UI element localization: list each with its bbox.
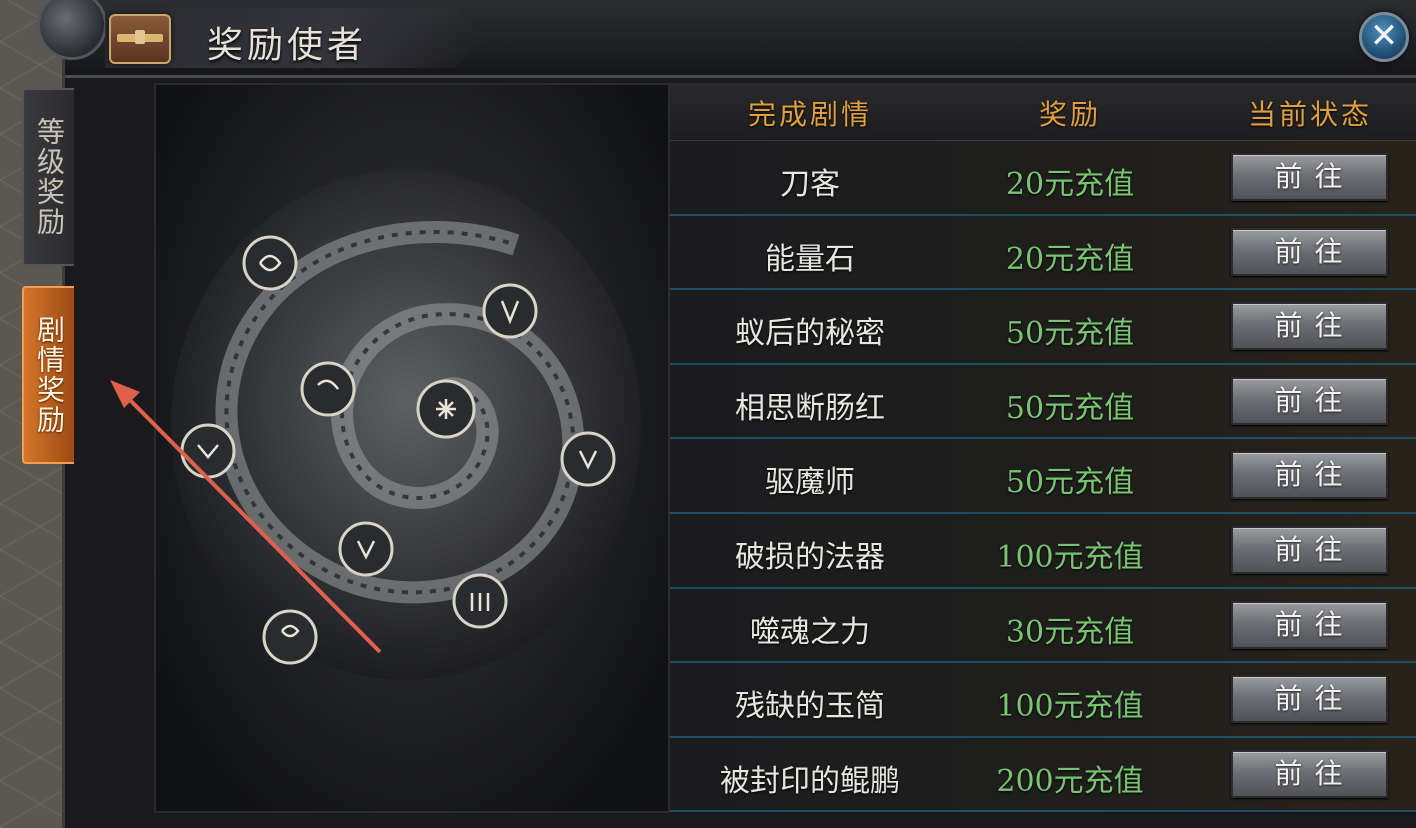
header-reward: 奖励 [1038,98,1101,131]
story-art-panel [154,83,670,813]
table-row: 破损的法器 100元充值 前往 [670,513,1416,589]
reward-amount: 50元充值 [1005,465,1135,501]
story-name: 相思断肠红 [735,390,885,426]
reward-amount: 20元充值 [1005,241,1135,277]
go-button[interactable]: 前往 [1231,600,1388,649]
story-name: 刀客 [780,167,840,202]
reward-amount: 50元充值 [1005,390,1135,426]
story-name: 残缺的玉简 [735,689,885,725]
go-button[interactable]: 前往 [1231,451,1388,500]
story-name: 破损的法器 [735,539,885,575]
go-button[interactable]: 前往 [1231,525,1388,574]
go-button[interactable]: 前往 [1231,227,1388,276]
table-row: 残缺的玉简 100元充值 前往 [670,663,1416,738]
table-row: 能量石 20元充值 前往 [670,215,1416,291]
table-header: 完成剧情 奖励 当前状态 [670,83,1416,141]
story-name: 被封印的鲲鹏 [720,763,900,799]
header-status: 当前状态 [1247,98,1372,131]
story-reward-table: 完成剧情 奖励 当前状态 刀客 20元充值 前往 能量石 20元充值 前往 蚁后… [670,83,1416,813]
go-button[interactable]: 前往 [1231,749,1388,798]
reward-amount: 30元充值 [1005,614,1135,650]
go-button[interactable]: 前往 [1231,153,1388,201]
title-bar: 奖励使者 ✕ [37,0,1416,78]
tab-story-reward-label: 剧情奖励 [33,315,66,435]
table-row: 刀客 20元充值 前往 [670,141,1416,216]
go-button[interactable]: 前往 [1231,675,1388,724]
treasure-chest-icon [109,14,171,64]
story-name: 驱魔师 [765,465,855,501]
story-name: 噬魂之力 [750,614,870,650]
table-row: 驱魔师 50元充值 前往 [670,439,1416,514]
go-button[interactable]: 前往 [1231,376,1388,425]
reward-amount: 200元充值 [996,763,1144,799]
table-row: 蚁后的秘密 50元充值 前往 [670,290,1416,365]
reward-envoy-window: 奖励使者 ✕ 完成剧情 奖励 当前状态 刀客 20元充值 前往 能量石 20元充… [37,0,1416,828]
header-story: 完成剧情 [747,98,872,131]
reward-amount: 20元充值 [1005,167,1135,202]
story-name: 蚁后的秘密 [735,316,885,352]
go-button[interactable]: 前往 [1231,302,1388,351]
reward-amount: 50元充值 [1005,316,1135,352]
tab-story-reward[interactable]: 剧情奖励 [22,286,74,464]
table-row: 被封印的鲲鹏 200元充值 前往 [670,737,1416,813]
reward-amount: 100元充值 [996,539,1144,575]
tab-level-reward[interactable]: 等级奖励 [22,88,74,266]
table-row: 噬魂之力 30元充值 前往 [670,588,1416,664]
close-button[interactable]: ✕ [1359,12,1409,62]
tab-level-reward-label: 等级奖励 [33,117,66,237]
close-icon: ✕ [1369,16,1399,56]
spiral-stone-artwork [171,170,641,680]
story-name: 能量石 [765,241,855,277]
table-row: 相思断肠红 50元充值 前往 [670,364,1416,440]
window-title: 奖励使者 [207,25,368,66]
table-rows: 刀客 20元充值 前往 能量石 20元充值 前往 蚁后的秘密 50元充值 前往 … [670,141,1416,813]
reward-amount: 100元充值 [996,689,1144,725]
